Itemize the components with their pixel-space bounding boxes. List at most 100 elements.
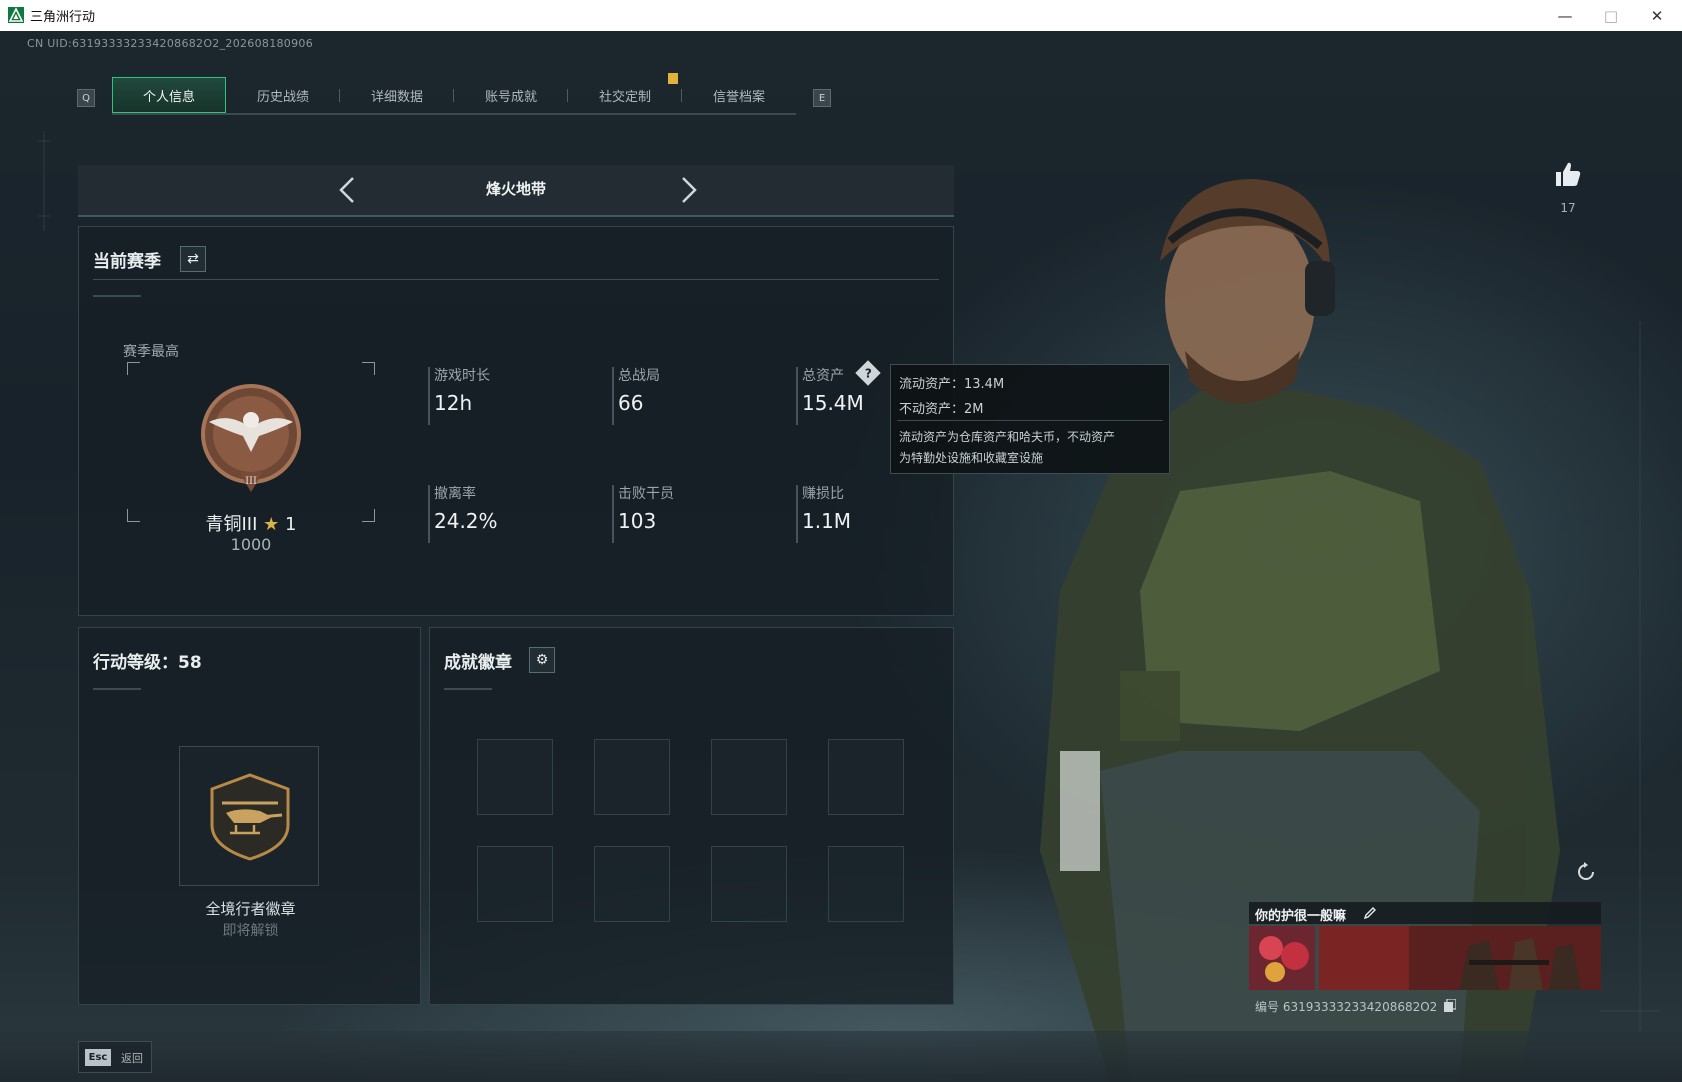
assets-help-icon[interactable]: ? (855, 360, 881, 386)
tab-label: 账号成就 (484, 89, 537, 105)
mode-label: 烽火地带 (485, 180, 546, 198)
season-best-label: 赛季最高 (123, 344, 179, 360)
card-header: 你的护很一般嘛 (1249, 902, 1601, 924)
maximize-button[interactable]: □ (1588, 0, 1634, 31)
badge-slot[interactable] (477, 846, 553, 922)
tab-personal-info[interactable]: 个人信息 (112, 77, 226, 113)
main-tabs: 个人信息 历史战绩 详细数据 账号成就 社交定制 信誉档案 (112, 77, 796, 115)
rank-stars: 1 (285, 514, 297, 535)
card-id: 编号 631933332334208682O2 (1255, 1000, 1438, 1014)
level-badge-name: 全境行者徽章 (205, 900, 296, 918)
tab-prev-key-hint[interactable]: Q (77, 89, 95, 107)
badge-slot[interactable] (711, 846, 787, 922)
rank-name-row: 青铜III ★ 1 (127, 510, 375, 536)
stat-value-kills: 103 (618, 509, 657, 533)
stat-bar (428, 485, 430, 543)
avatar-image (1249, 926, 1315, 990)
card-slogan: 你的护很一般嘛 (1255, 909, 1347, 924)
season-panel: 当前赛季 ⇄ 赛季最高 III 青铜III ★ 1 1000 游戏时长 12h … (78, 226, 954, 616)
stat-value-extract-rate: 24.2% (434, 509, 498, 533)
stat-label-total-matches: 总战局 (618, 368, 660, 384)
minimize-button[interactable]: — (1542, 0, 1588, 31)
svg-text:III: III (245, 476, 257, 487)
player-name-card[interactable]: 你的护很一般嘛 编号 631933332334208682O2 (1249, 902, 1601, 1020)
tab-credit-record[interactable]: 信誉档案 (682, 77, 796, 113)
stat-bar (796, 485, 798, 543)
bottom-bar (0, 1031, 1682, 1082)
back-button[interactable]: Esc 返回 (78, 1041, 152, 1073)
player-uid: CN UID:631933332334208682O2_202608180906 (27, 37, 313, 50)
badge-slot[interactable] (828, 739, 904, 815)
tab-detail-data[interactable]: 详细数据 (340, 77, 454, 113)
back-label: 返回 (121, 1052, 143, 1065)
bronze-rank-emblem-icon: III (201, 384, 301, 492)
stat-bar (428, 367, 430, 425)
tab-history[interactable]: 历史战绩 (226, 77, 340, 113)
helicopter-badge-icon (210, 773, 290, 861)
card-banner-image (1319, 926, 1601, 990)
assets-tooltip: 流动资产：13.4M 不动资产：2M 流动资产为仓库资产和哈夫币，不动资产 为特… (890, 364, 1170, 474)
tab-label: 详细数据 (370, 89, 423, 105)
background-watermark (36, 41, 62, 115)
corner-tr (362, 362, 375, 375)
level-dash (93, 688, 141, 690)
star-icon: ★ (263, 514, 280, 535)
badge-slot[interactable] (594, 846, 670, 922)
tooltip-desc-line1: 流动资产为仓库资产和哈夫币，不动资产 (899, 430, 1116, 444)
tab-label: 历史战绩 (256, 89, 309, 105)
stat-bar (796, 367, 798, 425)
mode-next-arrow-icon[interactable] (673, 175, 703, 205)
tooltip-desc-line2: 为特勤处设施和收藏室设施 (899, 451, 1044, 465)
stat-value-playtime: 12h (434, 391, 473, 415)
season-switch-icon[interactable]: ⇄ (180, 246, 206, 272)
rank-box: III (127, 362, 375, 522)
game-viewport: CN UID:631933332334208682O2_202608180906… (0, 31, 1682, 1082)
tab-social-custom[interactable]: 社交定制 (568, 77, 682, 113)
badge-settings-gear-icon[interactable]: ⚙ (529, 647, 555, 673)
window-title: 三角洲行动 (30, 10, 96, 25)
stat-label-playtime: 游戏时长 (434, 368, 490, 384)
level-badge-frame[interactable] (179, 746, 319, 886)
achievement-badge-panel: 成就徽章 ⚙ (429, 627, 954, 1005)
stat-value-total-matches: 66 (618, 391, 644, 415)
badge-slot[interactable] (594, 739, 670, 815)
tab-label: 信誉档案 (712, 89, 765, 105)
app-logo-icon (8, 7, 24, 23)
action-level-panel: 行动等级：58 全境行者徽章 即将解锁 (78, 627, 421, 1005)
tab-label: 社交定制 (598, 89, 651, 105)
level-badge-status: 即将解锁 (222, 923, 279, 939)
stat-label-total-assets: 总资产 (802, 368, 844, 384)
mode-selector: 烽火地带 (78, 165, 954, 217)
tooltip-fixed: 不动资产：2M (899, 402, 984, 417)
stat-label-kills: 击败干员 (618, 486, 674, 502)
close-button[interactable]: ✕ (1634, 0, 1680, 31)
stat-bar (612, 367, 614, 425)
season-divider (93, 279, 939, 280)
tab-achievements[interactable]: 账号成就 (454, 77, 568, 113)
window-titlebar: 三角洲行动 — □ ✕ (0, 0, 1682, 32)
stat-bar (612, 485, 614, 543)
achievement-badge-title: 成就徽章 (444, 653, 512, 673)
tooltip-divider (897, 420, 1163, 421)
season-dash (93, 295, 141, 297)
edit-pencil-icon[interactable] (1363, 906, 1377, 920)
tab-next-key-hint[interactable]: E (813, 89, 831, 107)
esc-key-hint: Esc (85, 1049, 111, 1066)
thumbs-up-icon[interactable] (1553, 159, 1583, 189)
corner-tl (127, 362, 140, 375)
badge-slot[interactable] (711, 739, 787, 815)
rank-points: 1000 (230, 535, 272, 554)
stat-value-profit-ratio: 1.1M (802, 509, 852, 533)
stat-label-extract-rate: 撤离率 (434, 486, 476, 502)
copy-icon[interactable] (1444, 999, 1456, 1012)
badge-slot[interactable] (828, 846, 904, 922)
action-level-title: 行动等级：58 (93, 653, 202, 673)
season-title: 当前赛季 (93, 252, 161, 272)
tooltip-liquid: 流动资产：13.4M (899, 377, 1005, 392)
badge-slot[interactable] (477, 739, 553, 815)
stat-label-profit-ratio: 赚损比 (802, 486, 844, 502)
badge-dash (444, 688, 492, 690)
rank-name: 青铜III (205, 514, 258, 535)
refresh-icon[interactable] (1575, 861, 1597, 883)
tab-label: 个人信息 (142, 89, 195, 105)
